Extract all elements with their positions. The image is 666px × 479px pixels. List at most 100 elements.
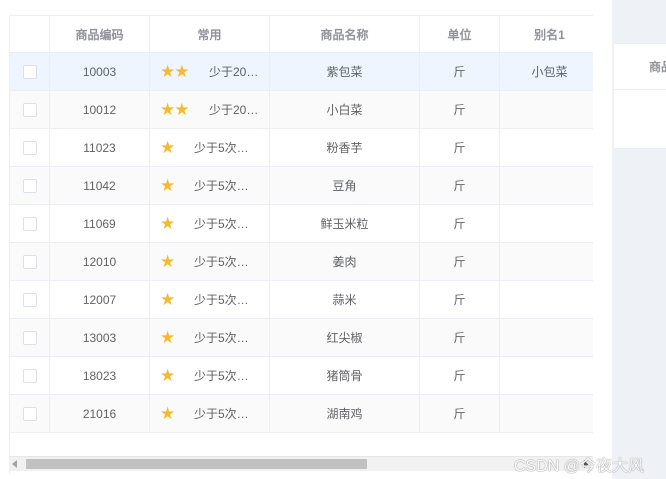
table-row[interactable]: 13003 ★ 少于5次… 红尖椒斤 [10,319,593,357]
row-checkbox[interactable] [22,178,37,193]
row-checkbox-cell[interactable] [10,205,50,243]
table-row[interactable]: 11069 ★ 少于5次… 鲜玉米粒斤 [10,205,593,243]
favorite-frequency-text: 少于5次… [194,255,249,269]
favorite-cell: ★ 少于5次… [150,395,270,433]
header-alias[interactable]: 别名1 [500,16,593,53]
row-checkbox-cell[interactable] [10,395,50,433]
star-icon: ★ [160,251,175,271]
star-icon: ★★ [160,61,189,81]
star-icon: ★ [160,213,175,233]
favorite-cell: ★ 少于5次… [150,319,270,357]
scrollbar-thumb[interactable] [26,459,367,469]
star-icon: ★ [160,137,175,157]
product-code-cell: 12007 [50,281,150,319]
star-icon: ★ [160,289,175,309]
table-row[interactable]: 11042 ★ 少于5次… 豆角斤 [10,167,593,205]
star-icon: ★★ [160,99,189,119]
row-checkbox-cell[interactable] [10,91,50,129]
product-name-cell: 紫包菜 [270,53,420,91]
unit-cell: 斤 [420,281,500,319]
unit-cell: 斤 [420,205,500,243]
unit-cell: 斤 [420,91,500,129]
table-row[interactable]: 11023 ★ 少于5次… 粉香芋斤 [10,129,593,167]
favorite-frequency-text: 少于5次… [194,217,249,231]
product-code-cell: 12010 [50,243,150,281]
star-icon: ★ [160,327,175,347]
row-checkbox-cell[interactable] [10,281,50,319]
favorite-cell: ★ 少于5次… [150,167,270,205]
row-checkbox-cell[interactable] [10,243,50,281]
product-name-cell: 姜肉 [270,243,420,281]
favorite-cell: ★ 少于5次… [150,281,270,319]
row-checkbox[interactable] [22,102,37,117]
favorite-cell: ★ 少于5次… [150,205,270,243]
product-code-cell: 11069 [50,205,150,243]
favorite-frequency-text: 少于20… [209,65,259,79]
favorite-frequency-text: 少于5次… [194,331,249,345]
unit-cell: 斤 [420,167,500,205]
unit-cell: 斤 [420,129,500,167]
favorite-cell: ★ 少于5次… [150,129,270,167]
star-icon: ★ [160,365,175,385]
horizontal-scrollbar[interactable] [9,456,593,471]
table-row[interactable]: 10003 ★★ 少于20… 紫包菜斤小包菜 [10,53,593,91]
row-checkbox[interactable] [22,406,37,421]
row-checkbox-cell[interactable] [10,167,50,205]
product-code-cell: 11023 [50,129,150,167]
scroll-left-arrow-icon[interactable] [12,460,17,468]
unit-cell: 斤 [420,395,500,433]
table-row[interactable]: 10012 ★★ 少于20… 小白菜斤 [10,91,593,129]
product-name-cell: 猪筒骨 [270,357,420,395]
header-unit[interactable]: 单位 [420,16,500,53]
row-checkbox[interactable] [22,140,37,155]
alias-cell [500,167,593,205]
header-checkbox-cell [10,16,50,53]
table-row[interactable]: 12010 ★ 少于5次… 姜肉斤 [10,243,593,281]
favorite-frequency-text: 少于5次… [194,293,249,307]
favorite-cell: ★★ 少于20… [150,53,270,91]
table-row[interactable]: 18023 ★ 少于5次… 猪筒骨斤 [10,357,593,395]
unit-cell: 斤 [420,357,500,395]
product-code-cell: 13003 [50,319,150,357]
product-code-cell: 21016 [50,395,150,433]
row-checkbox[interactable] [22,254,37,269]
side-panel-card: 商品 [614,43,666,149]
row-checkbox[interactable] [22,330,37,345]
favorite-cell: ★★ 少于20… [150,91,270,129]
alias-cell [500,243,593,281]
row-checkbox-cell[interactable] [10,129,50,167]
row-checkbox-cell[interactable] [10,357,50,395]
row-checkbox[interactable] [22,216,37,231]
product-table: 商品编码 常用 商品名称 单位 别名1 10003 ★★ 少于20… 紫包菜斤小包菜 1… [9,15,593,474]
alias-cell [500,357,593,395]
favorite-cell: ★ 少于5次… [150,357,270,395]
row-checkbox[interactable] [22,64,37,79]
header-product-code[interactable]: 商品编码 [50,16,150,53]
product-name-cell: 小白菜 [270,91,420,129]
product-code-cell: 10003 [50,53,150,91]
table-header-row: 商品编码 常用 商品名称 单位 别名1 [10,16,593,53]
watermark: CSDN @今夜大风 [514,458,645,475]
favorite-frequency-text: 少于20… [209,103,259,117]
alias-cell [500,91,593,129]
table-empty-space [10,433,593,457]
table-row[interactable]: 12007 ★ 少于5次… 蒜米斤 [10,281,593,319]
star-icon: ★ [160,403,175,423]
alias-cell [500,129,593,167]
header-favorite[interactable]: 常用 [150,16,270,53]
product-name-cell: 湖南鸡 [270,395,420,433]
row-checkbox[interactable] [22,292,37,307]
product-name-cell: 粉香芋 [270,129,420,167]
row-checkbox-cell[interactable] [10,53,50,91]
favorite-frequency-text: 少于5次… [194,179,249,193]
side-panel-header: 商品 [614,44,666,90]
row-checkbox[interactable] [22,368,37,383]
product-code-cell: 10012 [50,91,150,129]
product-code-cell: 18023 [50,357,150,395]
favorite-frequency-text: 少于5次… [194,141,249,155]
table-row[interactable]: 21016 ★ 少于5次… 湖南鸡斤 [10,395,593,433]
row-checkbox-cell[interactable] [10,319,50,357]
header-product-name[interactable]: 商品名称 [270,16,420,53]
star-icon: ★ [160,175,175,195]
unit-cell: 斤 [420,53,500,91]
